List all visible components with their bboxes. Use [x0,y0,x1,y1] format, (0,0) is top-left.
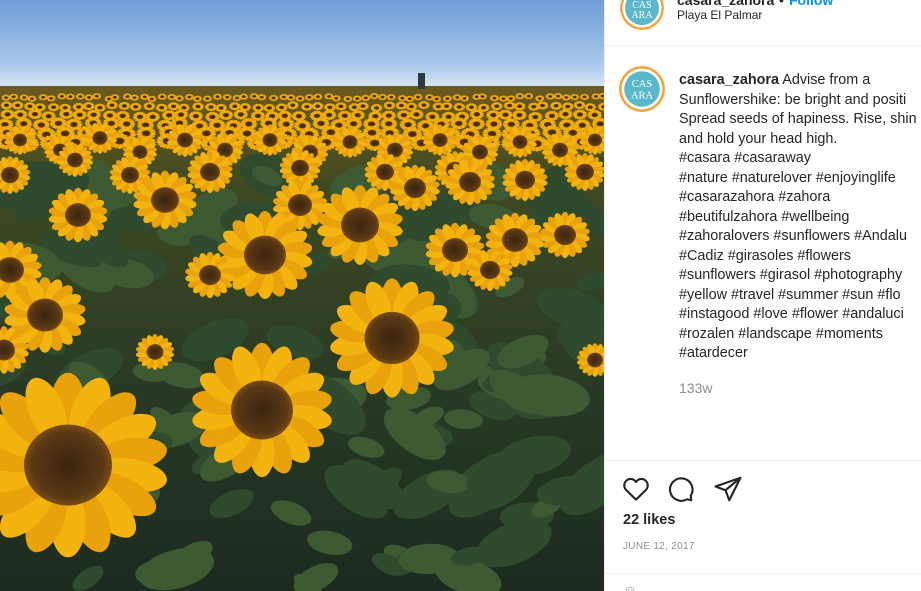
separator-dot: • [779,0,784,8]
caption-line: Sunflowershike: be bright and positi [679,91,907,108]
sunflower-field-photo [0,0,604,591]
post-header: CAS ARA casara_zahora • Follow Playa El … [605,0,921,46]
caption-section: CAS ARA casara_zahora Advise from a Sunf… [605,62,921,407]
caption-text: Advise from a [782,72,871,88]
comment-icon [668,477,694,502]
hashtag-line[interactable]: #casara #casaraway [679,149,921,169]
caption-time-ago[interactable]: 133w [679,380,712,396]
divider [605,460,921,461]
like-button[interactable] [621,474,651,504]
hashtag-line[interactable]: #yellow #travel #summer #sun #flo [679,286,921,306]
share-icon [714,476,742,502]
caption-line: Spread seeds of hapiness. Rise, shin [679,111,917,127]
hashtag-line[interactable]: #nature #naturelover #enjoyinglife [679,169,921,189]
hashtag-line[interactable]: #sunflowers #girasol #photography [679,266,921,286]
hashtag-line[interactable]: #beutifulzahora #wellbeing [679,208,921,228]
hashtag-line[interactable]: #Cadiz #girasoles #flowers [679,247,921,267]
post-date: JUNE 12, 2017 [623,541,695,552]
heart-icon [623,477,649,501]
emoji-icon[interactable]: ☺ [623,582,637,591]
location-link[interactable]: Playa El Palmar [677,8,762,22]
hashtag-line[interactable]: #instagood #love #flower #andaluci [679,305,921,325]
post-details-panel: CAS ARA casara_zahora • Follow Playa El … [604,0,921,591]
share-button[interactable] [713,474,743,504]
caption-line: and hold your head high. [679,130,838,147]
hashtag-line[interactable]: #atardecer [679,344,921,364]
follow-button[interactable]: Follow [789,0,833,8]
header-username[interactable]: casara_zahora [677,0,774,8]
post-caption: casara_zahora Advise from a Sunflowershi… [679,71,921,364]
likes-count[interactable]: 22 likes [623,512,675,528]
hashtag-line[interactable]: #rozalen #landscape #moments [679,325,921,345]
caption-username[interactable]: casara_zahora [679,72,779,88]
casara-logo-icon: CAS ARA [619,66,665,112]
hashtag-line[interactable]: #zahoralovers #sunflowers #Andalu [679,227,921,247]
post-photo[interactable] [0,0,604,591]
hashtag-line[interactable]: #casarazahora #zahora [679,188,921,208]
casara-logo-icon: CAS ARA [620,0,664,30]
comment-button[interactable] [665,474,695,504]
profile-avatar[interactable]: CAS ARA [620,0,664,30]
caption-avatar[interactable]: CAS ARA [619,66,665,112]
add-comment-row[interactable]: ☺ [605,573,921,591]
